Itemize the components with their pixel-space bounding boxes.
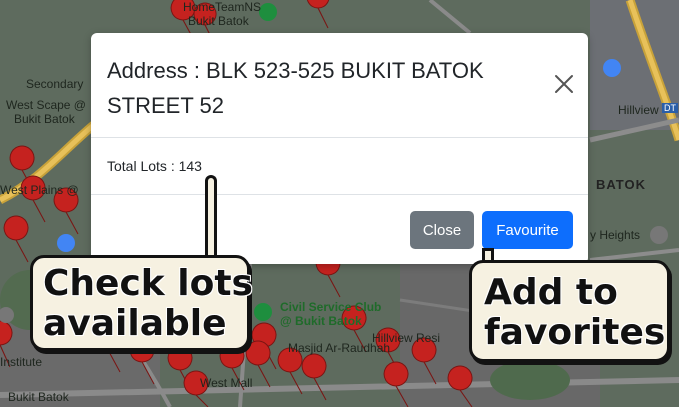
close-button[interactable]: Close (410, 211, 474, 249)
map-label-bukit-batok-top[interactable]: Bukit Batok (188, 14, 249, 28)
modal-header: Address : BLK 523-525 BUKIT BATOK STREET… (91, 33, 588, 138)
check-lots-line2: available (43, 303, 227, 344)
map-label-west-mall[interactable]: West Mall (200, 376, 252, 390)
address-modal: Address : BLK 523-525 BUKIT BATOK STREET… (91, 33, 588, 264)
add-favorites-line1: Add to (484, 272, 618, 313)
modal-body: Total Lots : 143 (91, 138, 588, 195)
map-label-bukit-batok-left[interactable]: Bukit Batok (14, 112, 75, 126)
add-favorites-callout: Add to favorites (469, 260, 670, 362)
map-label-hometeam[interactable]: HomeTeamNS (183, 0, 261, 14)
map-label-civil-service[interactable]: Civil Service Club (280, 300, 381, 314)
map-label-batok[interactable]: BATOK (596, 177, 646, 192)
map-label-west-scape[interactable]: West Scape @ (6, 98, 86, 112)
map-transit-badge: DT (662, 103, 678, 113)
map-label-institute[interactable]: Institute (0, 355, 42, 369)
map-label-civil-service-2[interactable]: @ Bukit Batok (280, 314, 362, 328)
map-label-secondary[interactable]: Secondary (26, 77, 83, 91)
check-lots-line1: Check lots (43, 263, 253, 304)
favourite-button[interactable]: Favourite (482, 211, 573, 249)
total-lots-text: Total Lots : 143 (107, 158, 202, 174)
add-favorites-line2: favorites (484, 312, 666, 353)
map-label-heights[interactable]: y Heights (590, 228, 640, 242)
map-label-bukit-batok-bottom[interactable]: Bukit Batok (8, 390, 69, 404)
map-label-hillview[interactable]: Hillview (618, 103, 659, 117)
modal-title: Address : BLK 523-525 BUKIT BATOK STREET… (107, 58, 484, 118)
map-label-masjid[interactable]: Masjid Ar-Raudhah (288, 341, 390, 355)
check-lots-connector (205, 175, 217, 265)
close-icon[interactable] (553, 73, 575, 95)
check-lots-callout: Check lots available (30, 255, 253, 351)
map-label-west-plains[interactable]: West Plains @ (0, 183, 79, 197)
